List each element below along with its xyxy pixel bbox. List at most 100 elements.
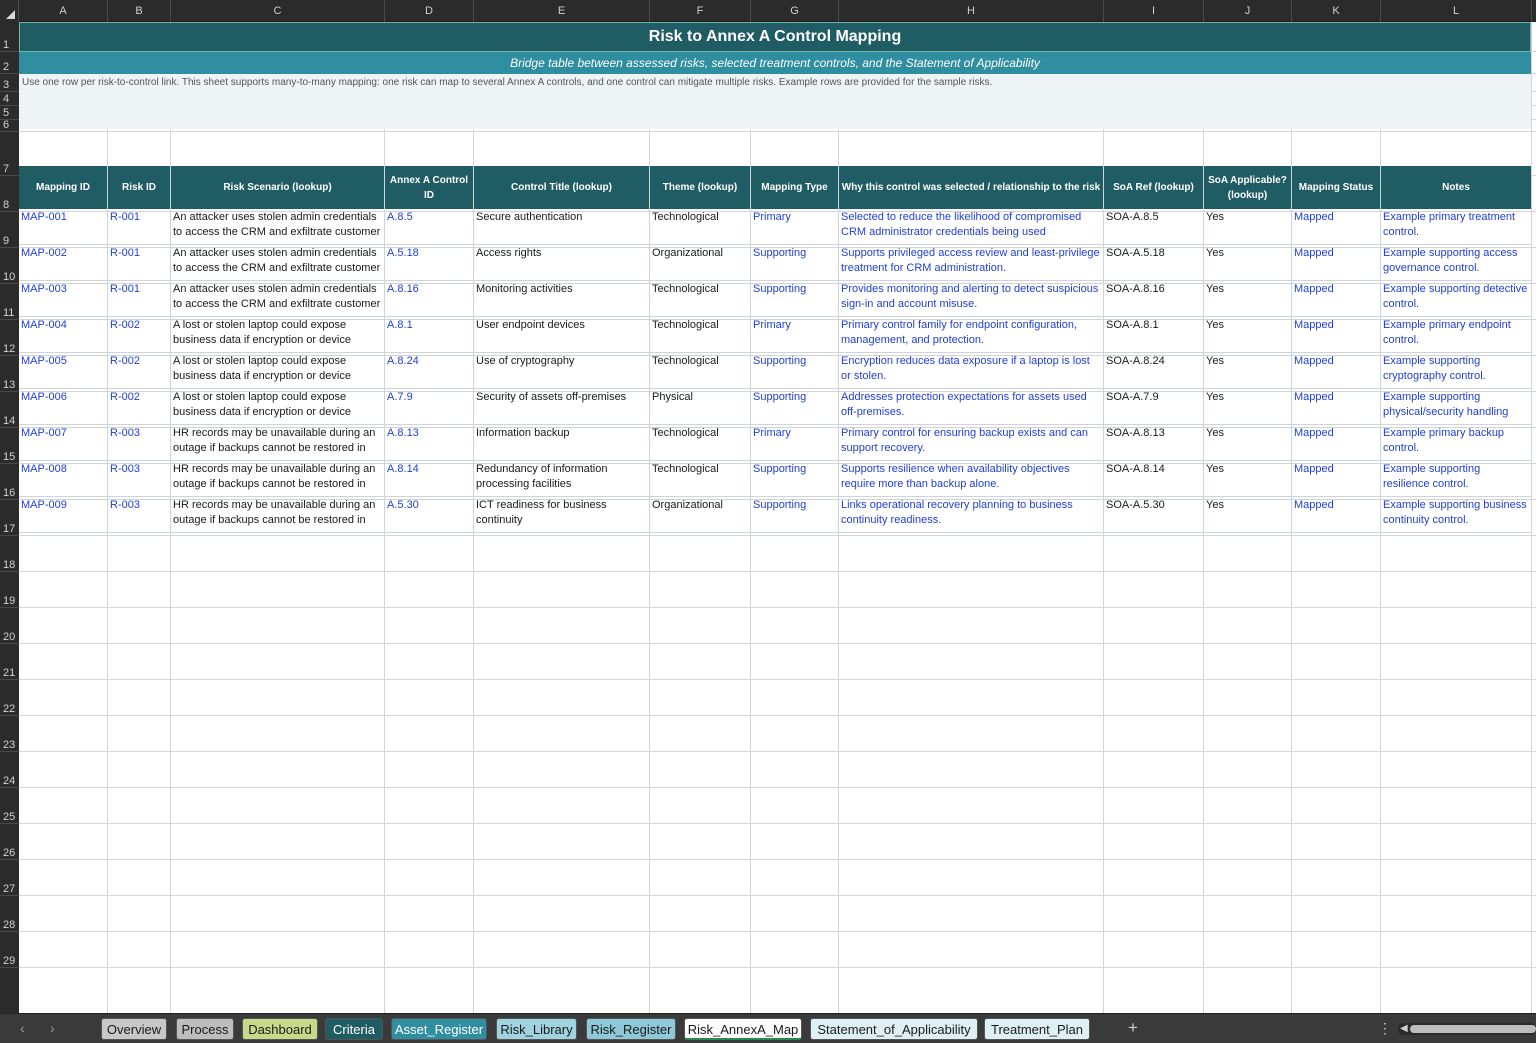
table-cell[interactable]: R-002 <box>108 389 171 425</box>
table-cell[interactable]: SOA-A.8.13 <box>1104 425 1204 461</box>
table-cell[interactable]: SOA-A.8.5 <box>1104 209 1204 245</box>
row-header-25[interactable]: 25 <box>0 788 19 824</box>
table-cell[interactable]: MAP-005 <box>19 353 108 389</box>
header-cell[interactable]: SoA Applicable? (lookup) <box>1204 166 1292 209</box>
table-cell[interactable]: Supports resilience when availability ob… <box>839 461 1104 497</box>
table-cell[interactable]: R-002 <box>108 353 171 389</box>
column-header-k[interactable]: K <box>1292 0 1381 22</box>
table-cell[interactable]: A.8.16 <box>385 281 474 317</box>
table-cell[interactable]: Yes <box>1204 245 1292 281</box>
row-header-7[interactable]: 7 <box>0 132 19 176</box>
sheet-tab-treatment-plan[interactable]: Treatment_Plan <box>984 1018 1090 1040</box>
sheet-tab-statement-of-applicability[interactable]: Statement_of_Applicability <box>810 1018 978 1040</box>
table-cell[interactable]: Yes <box>1204 389 1292 425</box>
table-cell[interactable]: MAP-002 <box>19 245 108 281</box>
column-header-f[interactable]: F <box>650 0 751 22</box>
table-cell[interactable]: Technological <box>650 353 751 389</box>
column-header-d[interactable]: D <box>385 0 474 22</box>
spreadsheet-grid[interactable]: ABCDEFGHIJKL 1 2 3 4 5 6 7 8 9 10 11 12 13 14 15 16 17 18… <box>0 0 1536 1013</box>
table-cell[interactable]: Mapped <box>1292 353 1381 389</box>
header-cell[interactable]: SoA Ref (lookup) <box>1104 166 1204 209</box>
table-cell[interactable]: Primary <box>751 317 839 353</box>
table-cell[interactable]: Secure authentication <box>474 209 650 245</box>
table-cell[interactable]: SOA-A.8.1 <box>1104 317 1204 353</box>
table-cell[interactable]: MAP-006 <box>19 389 108 425</box>
table-cell[interactable]: Yes <box>1204 317 1292 353</box>
table-cell[interactable]: Mapped <box>1292 245 1381 281</box>
row-header-27[interactable]: 27 <box>0 860 19 896</box>
header-cell[interactable]: Theme (lookup) <box>650 166 751 209</box>
table-cell[interactable]: Example supporting cryptography control. <box>1381 353 1532 389</box>
plus-icon[interactable]: + <box>1128 1018 1138 1038</box>
scroll-left-icon[interactable]: ◀ <box>1400 1023 1408 1035</box>
table-cell[interactable]: A.5.30 <box>385 497 474 533</box>
table-cell[interactable]: MAP-004 <box>19 317 108 353</box>
table-cell[interactable]: Physical <box>650 389 751 425</box>
table-cell[interactable]: SOA-A.7.9 <box>1104 389 1204 425</box>
row-header-19[interactable]: 19 <box>0 572 19 608</box>
table-cell[interactable]: Mapped <box>1292 317 1381 353</box>
table-cell[interactable]: Yes <box>1204 461 1292 497</box>
table-cell[interactable]: A.8.24 <box>385 353 474 389</box>
table-cell[interactable]: R-003 <box>108 425 171 461</box>
table-cell[interactable]: Mapped <box>1292 281 1381 317</box>
table-cell[interactable]: Use of cryptography <box>474 353 650 389</box>
select-all-corner[interactable] <box>0 0 19 22</box>
table-cell[interactable]: A lost or stolen laptop could expose bus… <box>171 389 385 425</box>
row-header-21[interactable]: 21 <box>0 644 19 680</box>
row-header-22[interactable]: 22 <box>0 680 19 716</box>
table-cell[interactable]: Yes <box>1204 209 1292 245</box>
table-cell[interactable]: Supports privileged access review and le… <box>839 245 1104 281</box>
table-cell[interactable]: Primary control for ensuring backup exis… <box>839 425 1104 461</box>
table-cell[interactable]: HR records may be unavailable during an … <box>171 425 385 461</box>
row-header-14[interactable]: 14 <box>0 392 19 428</box>
table-cell[interactable]: MAP-008 <box>19 461 108 497</box>
header-cell[interactable]: Annex A Control ID <box>385 166 474 209</box>
row-header-18[interactable]: 18 <box>0 536 19 572</box>
header-cell[interactable]: Notes <box>1381 166 1532 209</box>
row-header-9[interactable]: 9 <box>0 212 19 248</box>
row-header-26[interactable]: 26 <box>0 824 19 860</box>
table-cell[interactable]: Example supporting detective control. <box>1381 281 1532 317</box>
row-header-2[interactable]: 2 <box>0 52 19 74</box>
table-cell[interactable]: Primary <box>751 425 839 461</box>
chevron-right-icon[interactable]: › <box>50 1020 55 1036</box>
scrollbar-thumb[interactable] <box>1410 1025 1536 1033</box>
table-cell[interactable]: SOA-A.8.24 <box>1104 353 1204 389</box>
sheet-tab-asset-register[interactable]: Asset_Register <box>391 1018 487 1040</box>
table-cell[interactable]: Access rights <box>474 245 650 281</box>
table-cell[interactable]: Supporting <box>751 389 839 425</box>
row-header-15[interactable]: 15 <box>0 428 19 464</box>
column-header-l[interactable]: L <box>1381 0 1532 22</box>
header-cell[interactable]: Why this control was selected / relation… <box>839 166 1104 209</box>
horizontal-scrollbar[interactable]: ◀ <box>1398 1023 1536 1035</box>
table-cell[interactable]: Organizational <box>650 497 751 533</box>
table-cell[interactable]: Mapped <box>1292 425 1381 461</box>
table-cell[interactable]: Redundancy of information processing fac… <box>474 461 650 497</box>
table-cell[interactable]: Addresses protection expectations for as… <box>839 389 1104 425</box>
table-cell[interactable]: Information backup <box>474 425 650 461</box>
table-cell[interactable]: Primary control family for endpoint conf… <box>839 317 1104 353</box>
header-cell[interactable]: Control Title (lookup) <box>474 166 650 209</box>
table-cell[interactable]: Supporting <box>751 281 839 317</box>
table-cell[interactable]: A.8.1 <box>385 317 474 353</box>
table-cell[interactable]: MAP-007 <box>19 425 108 461</box>
row-header-17[interactable]: 17 <box>0 500 19 536</box>
table-cell[interactable]: Links operational recovery planning to b… <box>839 497 1104 533</box>
table-cell[interactable]: R-001 <box>108 281 171 317</box>
table-cell[interactable]: Mapped <box>1292 497 1381 533</box>
table-cell[interactable]: Selected to reduce the likelihood of com… <box>839 209 1104 245</box>
table-cell[interactable]: Mapped <box>1292 209 1381 245</box>
table-cell[interactable]: Supporting <box>751 497 839 533</box>
row-header-1[interactable]: 1 <box>0 22 19 52</box>
table-cell[interactable]: Security of assets off-premises <box>474 389 650 425</box>
row-header-4[interactable]: 4 <box>0 92 19 106</box>
column-header-a[interactable]: A <box>19 0 108 22</box>
instructions-text[interactable]: Use one row per risk-to-control link. Th… <box>19 74 1531 129</box>
row-header-5[interactable]: 5 <box>0 106 19 120</box>
sheet-tab-dashboard[interactable]: Dashboard <box>242 1018 318 1040</box>
table-cell[interactable]: A.7.9 <box>385 389 474 425</box>
sheet-tab-overview[interactable]: Overview <box>101 1018 167 1040</box>
header-cell[interactable]: Risk ID <box>108 166 171 209</box>
table-cell[interactable]: SOA-A.8.16 <box>1104 281 1204 317</box>
